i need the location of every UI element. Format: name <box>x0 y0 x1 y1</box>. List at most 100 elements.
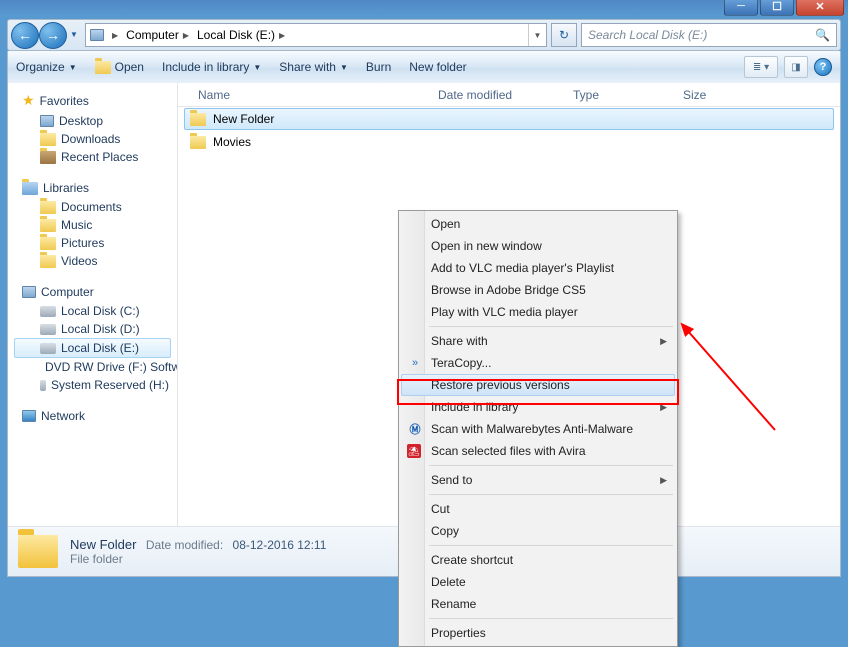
nav-local-disk-c[interactable]: Local Disk (C:) <box>8 302 177 320</box>
file-name: New Folder <box>213 112 274 126</box>
column-size[interactable]: Size <box>675 88 755 102</box>
ctx-include-in-library[interactable]: Include in library▶ <box>401 396 675 418</box>
computer-icon <box>90 29 104 41</box>
ctx-properties[interactable]: Properties <box>401 622 675 644</box>
folder-icon <box>95 61 111 74</box>
ctx-scan-malwarebytes[interactable]: ⓂScan with Malwarebytes Anti-Malware <box>401 418 675 440</box>
address-bar[interactable]: ▶ Computer▶ Local Disk (E:)▶ ▼ <box>85 23 547 47</box>
folder-icon <box>40 201 56 214</box>
details-type: File folder <box>70 552 326 566</box>
submenu-arrow-icon: ▶ <box>660 475 667 486</box>
nav-local-disk-d[interactable]: Local Disk (D:) <box>8 320 177 338</box>
include-in-library-button[interactable]: Include in library ▼ <box>162 60 261 74</box>
search-input[interactable]: Search Local Disk (E:) 🔍 <box>581 23 837 47</box>
nav-libraries[interactable]: Libraries <box>8 178 177 198</box>
teracopy-icon: » <box>407 355 423 371</box>
ctx-add-vlc-playlist[interactable]: Add to VLC media player's Playlist <box>401 257 675 279</box>
back-button[interactable]: ← <box>11 22 39 49</box>
nav-system-reserved[interactable]: System Reserved (H:) <box>8 376 177 394</box>
view-options-button[interactable]: ≣ ▾ <box>744 56 778 78</box>
titlebar: ─ ☐ ✕ <box>0 0 848 15</box>
submenu-arrow-icon: ▶ <box>660 336 667 347</box>
column-headers: Name Date modified Type Size <box>178 83 840 107</box>
nav-videos[interactable]: Videos <box>8 252 177 270</box>
history-dropdown[interactable]: ▼ <box>67 22 81 48</box>
new-folder-button[interactable]: New folder <box>409 60 466 74</box>
ctx-share-with[interactable]: Share with▶ <box>401 330 675 352</box>
toolbar: Organize ▼ Open Include in library ▼ Sha… <box>7 51 841 83</box>
details-modified-value: 08-12-2016 12:11 <box>233 538 327 552</box>
nav-network[interactable]: Network <box>8 406 177 426</box>
file-row[interactable]: Movies <box>178 131 840 153</box>
content: ★Favorites Desktop Downloads Recent Plac… <box>7 83 841 577</box>
column-type[interactable]: Type <box>565 88 675 102</box>
nav-local-disk-e[interactable]: Local Disk (E:) <box>14 338 171 358</box>
ctx-scan-avira[interactable]: ⛱Scan selected files with Avira <box>401 440 675 462</box>
breadcrumb-localdisk-e[interactable]: Local Disk (E:)▶ <box>193 23 289 47</box>
navbar: ← → ▼ ▶ Computer▶ Local Disk (E:)▶ ▼ ↻ S… <box>7 19 841 51</box>
close-button[interactable]: ✕ <box>796 0 844 16</box>
details-modified-label: Date modified: <box>146 538 223 552</box>
ctx-send-to[interactable]: Send to▶ <box>401 469 675 491</box>
ctx-browse-bridge[interactable]: Browse in Adobe Bridge CS5 <box>401 279 675 301</box>
ctx-delete[interactable]: Delete <box>401 571 675 593</box>
forward-button[interactable]: → <box>39 22 67 49</box>
navigation-pane: ★Favorites Desktop Downloads Recent Plac… <box>8 83 178 526</box>
nav-recent-places[interactable]: Recent Places <box>8 148 177 166</box>
folder-icon <box>40 133 56 146</box>
ctx-create-shortcut[interactable]: Create shortcut <box>401 549 675 571</box>
ctx-teracopy[interactable]: »TeraCopy... <box>401 352 675 374</box>
nav-downloads[interactable]: Downloads <box>8 130 177 148</box>
search-icon: 🔍 <box>815 28 830 42</box>
folder-icon <box>190 113 206 126</box>
disk-icon <box>40 380 46 391</box>
preview-pane-button[interactable]: ◨ <box>784 56 808 78</box>
ctx-open[interactable]: Open <box>401 213 675 235</box>
breadcrumb-root-arrow[interactable]: ▶ <box>104 23 122 47</box>
libraries-icon <box>22 182 38 195</box>
malwarebytes-icon: Ⓜ <box>407 421 423 437</box>
nav-pictures[interactable]: Pictures <box>8 234 177 252</box>
open-button[interactable]: Open <box>95 60 144 74</box>
minimize-button[interactable]: ─ <box>724 0 758 16</box>
folder-icon <box>40 237 56 250</box>
maximize-button[interactable]: ☐ <box>760 0 794 16</box>
file-row[interactable]: New Folder <box>184 108 834 130</box>
avira-icon: ⛱ <box>407 444 421 458</box>
nav-documents[interactable]: Documents <box>8 198 177 216</box>
context-menu: Open Open in new window Add to VLC media… <box>398 210 678 647</box>
nav-computer[interactable]: Computer <box>8 282 177 302</box>
folder-icon <box>190 136 206 149</box>
burn-button[interactable]: Burn <box>366 60 391 74</box>
folder-icon <box>40 255 56 268</box>
column-name[interactable]: Name <box>190 88 430 102</box>
computer-icon <box>22 286 36 298</box>
disk-icon <box>40 306 56 317</box>
share-with-button[interactable]: Share with ▼ <box>279 60 348 74</box>
recent-icon <box>40 151 56 164</box>
search-placeholder: Search Local Disk (E:) <box>588 28 707 42</box>
ctx-play-vlc[interactable]: Play with VLC media player <box>401 301 675 323</box>
disk-icon <box>40 324 56 335</box>
details-name: New Folder <box>70 537 136 552</box>
disk-icon <box>40 343 56 354</box>
address-dropdown[interactable]: ▼ <box>528 24 546 46</box>
ctx-cut[interactable]: Cut <box>401 498 675 520</box>
star-icon: ★ <box>22 92 35 109</box>
ctx-open-new-window[interactable]: Open in new window <box>401 235 675 257</box>
ctx-restore-previous-versions[interactable]: Restore previous versions <box>401 374 675 396</box>
desktop-icon <box>40 115 54 127</box>
nav-desktop[interactable]: Desktop <box>8 112 177 130</box>
folder-icon <box>18 535 58 568</box>
column-date[interactable]: Date modified <box>430 88 565 102</box>
ctx-rename[interactable]: Rename <box>401 593 675 615</box>
help-button[interactable]: ? <box>814 58 832 76</box>
submenu-arrow-icon: ▶ <box>660 402 667 413</box>
organize-button[interactable]: Organize ▼ <box>16 60 77 74</box>
nav-favorites[interactable]: ★Favorites <box>8 89 177 112</box>
nav-dvd-drive[interactable]: DVD RW Drive (F:) Software <box>8 358 177 376</box>
breadcrumb-computer[interactable]: Computer▶ <box>122 23 193 47</box>
nav-music[interactable]: Music <box>8 216 177 234</box>
refresh-button[interactable]: ↻ <box>551 23 577 47</box>
ctx-copy[interactable]: Copy <box>401 520 675 542</box>
